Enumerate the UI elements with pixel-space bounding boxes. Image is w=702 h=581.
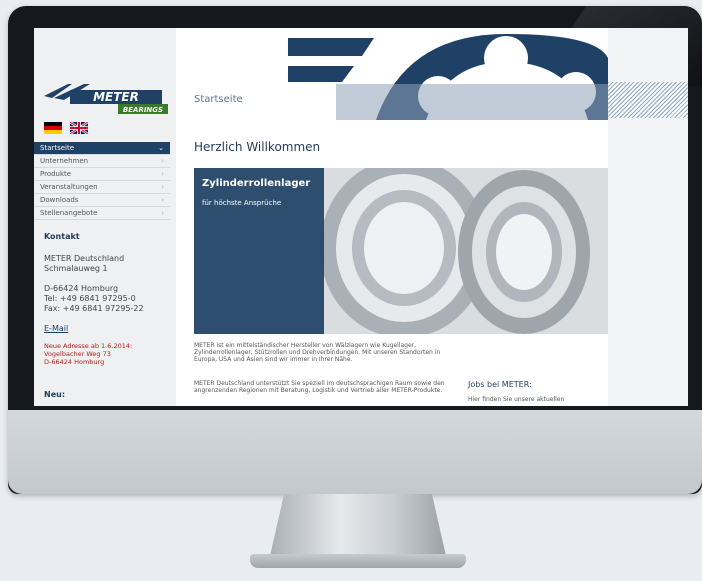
intro-text: METER ist ein mittelständischer Herstell… [194,342,441,363]
email-link[interactable]: E-Mail [44,324,68,333]
jobs-heading: Jobs bei METER: [468,380,532,389]
chevron-right-icon: › [161,209,164,217]
chevron-down-icon: ⌄ [158,144,164,152]
welcome-heading: Herzlich Willkommen [194,140,321,154]
svg-text:METER: METER [93,90,139,104]
monitor-chin [8,410,702,494]
main-content: Startseite Herzlich Willkommen Zylinderr… [176,28,608,406]
header-hatch-pattern [608,82,688,118]
header-bearing-graphic [288,34,608,120]
chevron-right-icon: › [161,183,164,191]
chevron-right-icon: › [161,157,164,165]
monitor-base [250,554,466,568]
main-nav: Startseite ⌄ Unternehmen › Produkte › Veran… [34,142,170,220]
jobs-text: Hier finden Sie unsere aktuellen [468,396,565,403]
page-breadcrumb: Startseite [194,94,243,105]
nav-item-unternehmen[interactable]: Unternehmen › [34,155,170,168]
contact-address: D-66424 Homburg Tel: +49 6841 97295-0 Fa… [44,284,144,313]
intro-text-2: METER Deutschland unterstützt Sie spezie… [194,380,445,394]
new-address-notice: Neue Adresse ab 1.6.2014: Vogelbacher We… [44,342,133,366]
hero-title: Zylinderrollenlager [202,178,311,189]
flag-de-icon[interactable] [44,122,62,134]
nav-item-startseite[interactable]: Startseite ⌄ [34,142,170,155]
contact-company: METER Deutschland Schmalauweg 1 [44,254,125,273]
meter-bearings-logo[interactable]: METER BEARINGS [40,82,170,118]
svg-text:BEARINGS: BEARINGS [123,106,163,114]
nav-item-produkte[interactable]: Produkte › [34,168,170,181]
website-screen: METER BEARINGS Startseite ⌄ Unternehmen › … [34,28,688,406]
nav-item-downloads[interactable]: Downloads › [34,194,170,207]
contact-heading: Kontakt [44,232,80,241]
flag-uk-icon[interactable] [70,122,88,134]
nav-item-veranstaltungen[interactable]: Veranstaltungen › [34,181,170,194]
contact-box: Kontakt METER Deutschland Schmalauweg 1 … [44,232,170,366]
chevron-right-icon: › [161,196,164,204]
sidebar: METER BEARINGS Startseite ⌄ Unternehmen › … [34,28,176,406]
hero-subtitle: für höchste Ansprüche [202,199,282,207]
hero-text-panel: Zylinderrollenlager für höchste Ansprüch… [194,168,324,334]
nav-item-stellenangebote[interactable]: Stellenangebote › [34,207,170,220]
chevron-right-icon: › [161,170,164,178]
hero-banner[interactable]: Zylinderrollenlager für höchste Ansprüch… [194,168,608,334]
monitor-stand [270,494,446,556]
news-heading: Neu: [44,390,66,399]
